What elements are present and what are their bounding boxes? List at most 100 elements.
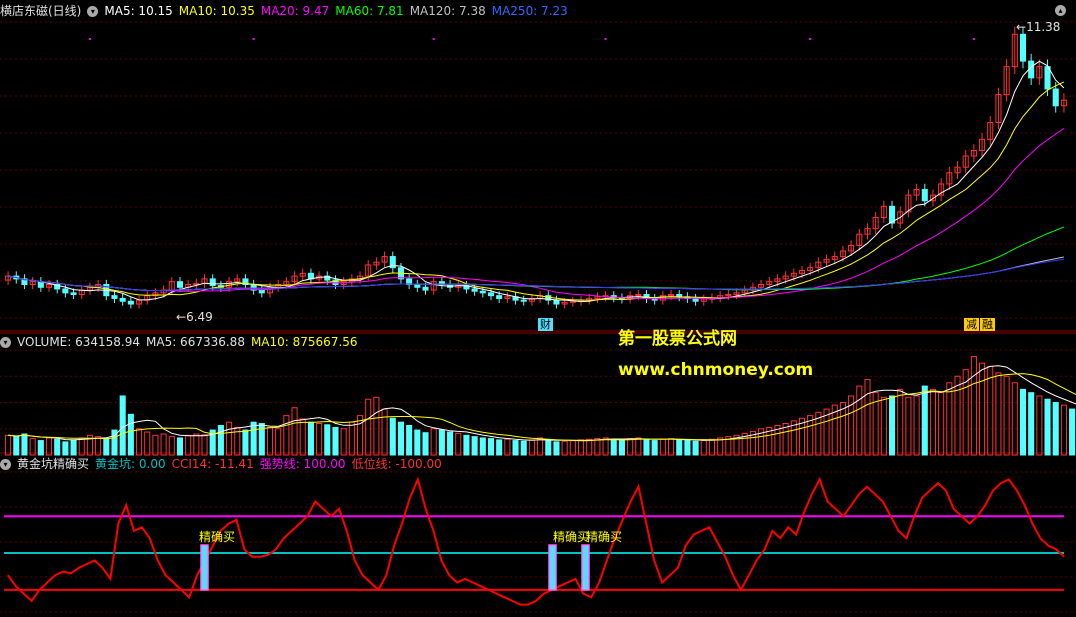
low-line-readout: 低位线: -100.00 bbox=[351, 457, 442, 471]
volume-ma5-readout: MA5: 667336.88 bbox=[146, 335, 245, 349]
volume-bar bbox=[888, 395, 896, 456]
volume-bar bbox=[78, 437, 85, 456]
volume-bar bbox=[307, 421, 314, 456]
volume-bar bbox=[618, 439, 625, 456]
golden-pit-readout: 黄金坑: 0.00 bbox=[95, 457, 166, 471]
cci-readout: CCI14: -11.41 bbox=[171, 457, 254, 471]
rong-badge[interactable]: 融 bbox=[980, 318, 995, 331]
volume-bar bbox=[324, 424, 331, 456]
signal-dot bbox=[432, 38, 435, 40]
jian-badge[interactable]: 减 bbox=[964, 318, 979, 331]
volume-bar bbox=[512, 440, 519, 456]
ma10-readout: MA10: 10.35 bbox=[178, 4, 255, 18]
volume-bar bbox=[651, 440, 658, 456]
volume-bar bbox=[610, 438, 617, 456]
high-price-label: ←11.38 bbox=[1016, 20, 1061, 34]
volume-bar bbox=[1019, 388, 1027, 456]
chart-canvas[interactable] bbox=[0, 0, 1076, 617]
volume-bar bbox=[929, 388, 936, 456]
volume-bar bbox=[545, 440, 552, 456]
volume-bar bbox=[897, 388, 904, 456]
volume-bar bbox=[316, 423, 323, 456]
ma10-line bbox=[8, 81, 1065, 301]
ma5-line bbox=[8, 60, 1065, 303]
volume-ma5-line bbox=[8, 365, 1076, 442]
volume-bar bbox=[1060, 404, 1067, 456]
volume-bar bbox=[266, 426, 274, 456]
volume-bar bbox=[520, 440, 527, 456]
volume-bar bbox=[217, 424, 224, 456]
volume-bar bbox=[537, 437, 544, 456]
volume-bar bbox=[979, 362, 986, 456]
volume-bar bbox=[62, 441, 69, 456]
volume-bar bbox=[119, 395, 126, 456]
volume-bar bbox=[856, 385, 863, 456]
candle-body bbox=[471, 288, 478, 292]
buy-signal-bar bbox=[581, 544, 590, 591]
volume-bar bbox=[127, 413, 134, 456]
volume-bar bbox=[226, 421, 233, 456]
volume-bar bbox=[954, 375, 961, 456]
volume-bar bbox=[5, 434, 12, 456]
ma5-readout: MA5: 10.15 bbox=[104, 4, 173, 18]
volume-bar bbox=[635, 437, 642, 456]
volume-bar bbox=[684, 440, 691, 456]
buy-signal-bar bbox=[548, 544, 557, 591]
volume-bar bbox=[201, 434, 208, 456]
volume-bar bbox=[921, 385, 928, 456]
main-panel-header: 横店东磁(日线) ▾ MA5: 10.15 MA10: 10.35 MA20: 9.47… bbox=[0, 2, 574, 20]
cai-badge[interactable]: 财 bbox=[538, 318, 553, 331]
volume-bar bbox=[946, 382, 953, 456]
volume-bar bbox=[176, 437, 184, 456]
candle-body bbox=[119, 297, 126, 302]
candle-body bbox=[692, 297, 699, 302]
volume-bar bbox=[422, 432, 429, 456]
buy-signal-label: 精确买 bbox=[199, 530, 236, 544]
volume-bar bbox=[70, 439, 77, 456]
chart-title[interactable]: 横店东磁(日线) bbox=[0, 4, 81, 18]
volume-bar bbox=[864, 379, 871, 456]
ma20-readout: MA20: 9.47 bbox=[260, 4, 330, 18]
volume-bar bbox=[553, 441, 560, 456]
chevron-down-icon[interactable]: ▾ bbox=[0, 337, 11, 348]
candle-body bbox=[1044, 66, 1051, 90]
watermark-title: 第一股票公式网 bbox=[618, 329, 737, 349]
volume-ma10-line bbox=[8, 373, 1076, 441]
volume-bar bbox=[283, 415, 290, 456]
volume-bar bbox=[602, 437, 609, 456]
candle-body bbox=[553, 299, 560, 305]
candle-body bbox=[479, 290, 486, 294]
volume-bar bbox=[332, 426, 339, 456]
volume-bar bbox=[397, 421, 404, 456]
volume-bar bbox=[373, 396, 380, 456]
volume-bar bbox=[340, 428, 347, 456]
volume-bar bbox=[406, 424, 413, 456]
volume-bar bbox=[430, 428, 437, 456]
volume-bar bbox=[1052, 402, 1059, 456]
collapse-icon[interactable]: ▴ bbox=[1055, 5, 1066, 16]
chevron-down-icon[interactable]: ▾ bbox=[0, 459, 11, 470]
signal-dot bbox=[88, 38, 91, 40]
volume-bar bbox=[1028, 392, 1035, 456]
candle-body bbox=[1019, 33, 1027, 62]
volume-bar bbox=[455, 432, 462, 456]
volume-bar bbox=[1036, 395, 1043, 456]
strong-line-readout: 强势线: 100.00 bbox=[259, 457, 346, 471]
signal-dot bbox=[252, 38, 255, 40]
watermark-url: www.chnmoney.com bbox=[618, 360, 814, 380]
candle-body bbox=[62, 288, 69, 294]
volume-bar bbox=[193, 433, 200, 456]
volume-bar bbox=[250, 421, 257, 456]
ma120-readout: MA120: 7.38 bbox=[409, 4, 486, 18]
volume-bar bbox=[160, 433, 167, 456]
volume-bar bbox=[152, 434, 159, 456]
low-price-label: ←6.49 bbox=[176, 310, 213, 324]
volume-readout: VOLUME: 634158.94 bbox=[17, 335, 140, 349]
candle-body bbox=[422, 286, 429, 291]
volume-bar bbox=[487, 438, 495, 456]
volume-bar bbox=[275, 428, 282, 456]
indicator-title[interactable]: 黄金坑精确买 bbox=[17, 457, 89, 471]
volume-bar bbox=[103, 438, 110, 456]
chevron-down-icon[interactable]: ▾ bbox=[87, 6, 99, 17]
volume-bar bbox=[21, 433, 28, 456]
